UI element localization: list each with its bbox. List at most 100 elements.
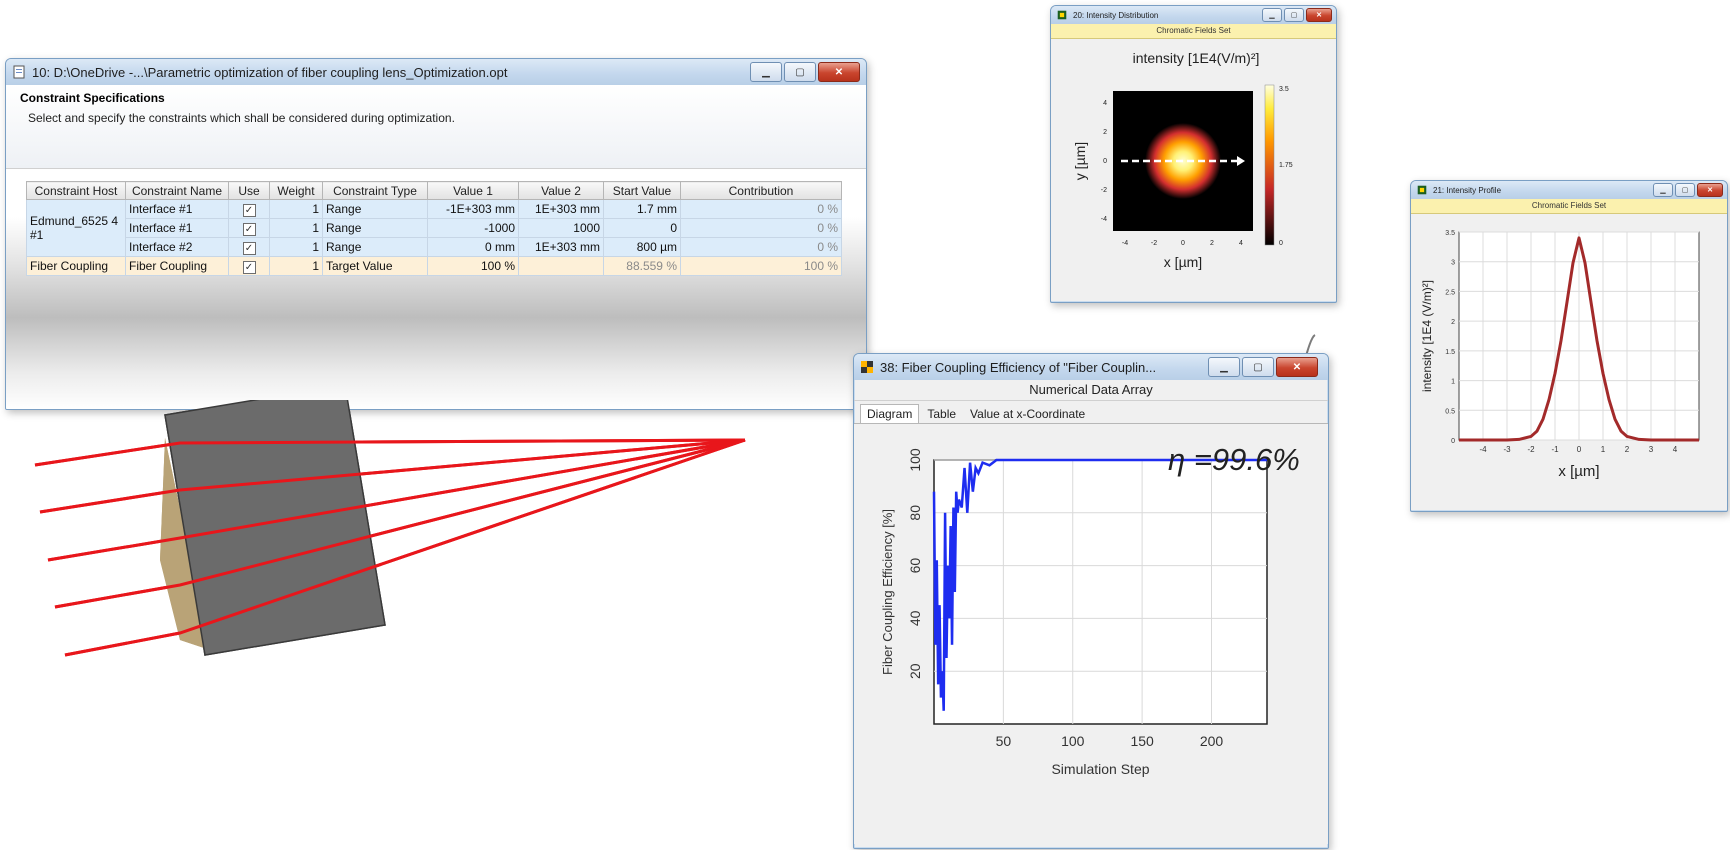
col-contribution[interactable]: Contribution xyxy=(680,181,842,200)
use-checkbox[interactable]: ✓ xyxy=(242,260,256,274)
value1-cell[interactable]: 0 mm xyxy=(427,237,519,257)
tab-value-at-x[interactable]: Value at x-Coordinate xyxy=(964,405,1091,423)
table-row[interactable]: Interface #1 ✓ 1 Range -1000 1000 0 0 % xyxy=(27,218,842,238)
y-tick-label: 2.5 xyxy=(1445,289,1455,296)
col-value-1[interactable]: Value 1 xyxy=(427,181,519,200)
use-checkbox[interactable]: ✓ xyxy=(242,241,256,255)
y-tick: -4 xyxy=(1101,216,1107,223)
maximize-button[interactable]: ▢ xyxy=(784,62,816,82)
col-value-2[interactable]: Value 2 xyxy=(518,181,604,200)
use-cell[interactable]: ✓ xyxy=(228,218,270,238)
close-button[interactable]: ✕ xyxy=(1697,183,1723,197)
x-axis-label: x [µm] xyxy=(1164,254,1202,270)
y-tick-label: 100 xyxy=(907,448,923,472)
value1-cell[interactable]: -1E+303 mm xyxy=(427,199,519,219)
maximize-button[interactable]: ▢ xyxy=(1284,8,1304,22)
start-cell[interactable]: 800 µm xyxy=(603,237,681,257)
x-tick-label: 3 xyxy=(1649,445,1654,454)
col-constraint-type[interactable]: Constraint Type xyxy=(322,181,428,200)
maximize-button[interactable]: ▢ xyxy=(1242,357,1274,377)
x-tick-label: -2 xyxy=(1527,445,1535,454)
start-cell[interactable]: 1.7 mm xyxy=(603,199,681,219)
name-cell[interactable]: Fiber Coupling xyxy=(125,256,229,276)
host-cell[interactable]: Fiber Coupling xyxy=(26,256,126,276)
minimize-button[interactable]: ▁ xyxy=(1653,183,1673,197)
minimize-button[interactable]: ▁ xyxy=(1262,8,1282,22)
col-start-value[interactable]: Start Value xyxy=(603,181,681,200)
use-cell[interactable]: ✓ xyxy=(228,199,270,219)
ray-bundle xyxy=(34,438,746,657)
start-cell: 88.559 % xyxy=(603,256,681,276)
x-tick: 2 xyxy=(1210,240,1214,247)
close-button[interactable]: ✕ xyxy=(818,62,860,82)
colorbar-max-label: 3.5 xyxy=(1279,86,1289,93)
tab-table[interactable]: Table xyxy=(921,405,962,423)
value1-cell[interactable]: -1000 xyxy=(427,218,519,238)
y-tick: 0 xyxy=(1103,158,1107,165)
type-cell[interactable]: Target Value xyxy=(322,256,428,276)
use-cell[interactable]: ✓ xyxy=(228,237,270,257)
col-weight[interactable]: Weight xyxy=(269,181,323,200)
colorbar-mid-label: 1.75 xyxy=(1279,162,1293,169)
window-title: 20: Intensity Distribution xyxy=(1073,10,1159,20)
close-button[interactable]: ✕ xyxy=(1306,8,1332,22)
name-cell[interactable]: Interface #1 xyxy=(125,218,229,238)
contribution-cell: 0 % xyxy=(680,199,842,219)
value2-cell[interactable] xyxy=(518,256,604,276)
minimize-button[interactable]: ▁ xyxy=(750,62,782,82)
y-tick-label: 3 xyxy=(1451,260,1455,267)
profile-plot-area: -4 -3 -2 -1 0 1 2 3 4 0 0.5 1 1.5 2 2.5 3 3.5 x [µm] inten… xyxy=(1411,214,1727,510)
name-cell[interactable]: Interface #1 xyxy=(125,199,229,219)
y-tick-label: 0 xyxy=(1451,438,1455,445)
col-constraint-name[interactable]: Constraint Name xyxy=(125,181,229,200)
use-checkbox[interactable]: ✓ xyxy=(242,203,256,217)
start-cell[interactable]: 0 xyxy=(603,218,681,238)
x-tick-label: 1 xyxy=(1601,445,1606,454)
x-tick: 0 xyxy=(1181,240,1185,247)
minimize-button[interactable]: ▁ xyxy=(1208,357,1240,377)
value2-cell[interactable]: 1000 xyxy=(518,218,604,238)
intensity-profile-window: 21: Intensity Profile ▁ ▢ ✕ Chromatic Fi… xyxy=(1410,180,1728,512)
value2-cell[interactable]: 1E+303 mm xyxy=(518,237,604,257)
table-row[interactable]: Interface #2 ✓ 1 Range 0 mm 1E+303 mm 80… xyxy=(27,237,842,257)
window-title: 38: Fiber Coupling Efficiency of "Fiber … xyxy=(880,359,1157,375)
constraints-table-area: Constraint Host Constraint Name Use Weig… xyxy=(6,169,866,409)
x-axis-label: Simulation Step xyxy=(1051,761,1149,777)
contribution-cell: 0 % xyxy=(680,218,842,238)
lens-body xyxy=(164,384,386,656)
name-cell[interactable]: Interface #2 xyxy=(125,237,229,257)
optimization-titlebar[interactable]: 10: D:\OneDrive -...\Parametric optimiza… xyxy=(6,59,866,85)
host-cell[interactable]: Edmund_6525 4 #1 xyxy=(26,199,126,257)
section-description: Select and specify the constraints which… xyxy=(28,111,455,125)
col-constraint-host[interactable]: Constraint Host xyxy=(26,181,126,200)
type-cell[interactable]: Range xyxy=(322,199,428,219)
y-tick: 4 xyxy=(1103,100,1107,107)
window-title: 21: Intensity Profile xyxy=(1433,185,1502,195)
type-cell[interactable]: Range xyxy=(322,237,428,257)
weight-cell[interactable]: 1 xyxy=(269,237,323,257)
col-use[interactable]: Use xyxy=(228,181,270,200)
intensity-distribution-titlebar[interactable]: 20: Intensity Distribution ▁ ▢ ✕ xyxy=(1051,6,1336,24)
x-tick-label: 200 xyxy=(1200,733,1224,749)
plot-icon xyxy=(1417,185,1427,195)
intensity-profile-titlebar[interactable]: 21: Intensity Profile ▁ ▢ ✕ xyxy=(1411,181,1727,199)
intensity-distribution-window: 20: Intensity Distribution ▁ ▢ ✕ Chromat… xyxy=(1050,5,1337,303)
table-row[interactable]: Fiber Coupling Fiber Coupling ✓ 1 Target… xyxy=(26,256,842,276)
type-cell[interactable]: Range xyxy=(322,218,428,238)
weight-cell[interactable]: 1 xyxy=(269,199,323,219)
maximize-button[interactable]: ▢ xyxy=(1675,183,1695,197)
close-button[interactable]: ✕ xyxy=(1276,357,1318,377)
value2-cell[interactable]: 1E+303 mm xyxy=(518,199,604,219)
value1-cell[interactable]: 100 % xyxy=(427,256,519,276)
intensity-profile-plot: -4 -3 -2 -1 0 1 2 3 4 0 0.5 1 1.5 2 2.5 3 3.5 x [µm] inten… xyxy=(1420,230,1700,480)
use-cell[interactable]: ✓ xyxy=(228,256,270,276)
y-tick-label: 40 xyxy=(907,610,923,626)
use-checkbox[interactable]: ✓ xyxy=(242,222,256,236)
efficiency-titlebar[interactable]: 38: Fiber Coupling Efficiency of "Fiber … xyxy=(854,354,1328,380)
tab-diagram[interactable]: Diagram xyxy=(860,404,920,423)
weight-cell[interactable]: 1 xyxy=(269,256,323,276)
efficiency-annotation: η =99.6% xyxy=(1168,442,1300,477)
table-row[interactable]: Edmund_6525 4 #1 Interface #1 ✓ 1 Range … xyxy=(26,199,842,257)
plot-frame xyxy=(933,459,1268,725)
weight-cell[interactable]: 1 xyxy=(269,218,323,238)
